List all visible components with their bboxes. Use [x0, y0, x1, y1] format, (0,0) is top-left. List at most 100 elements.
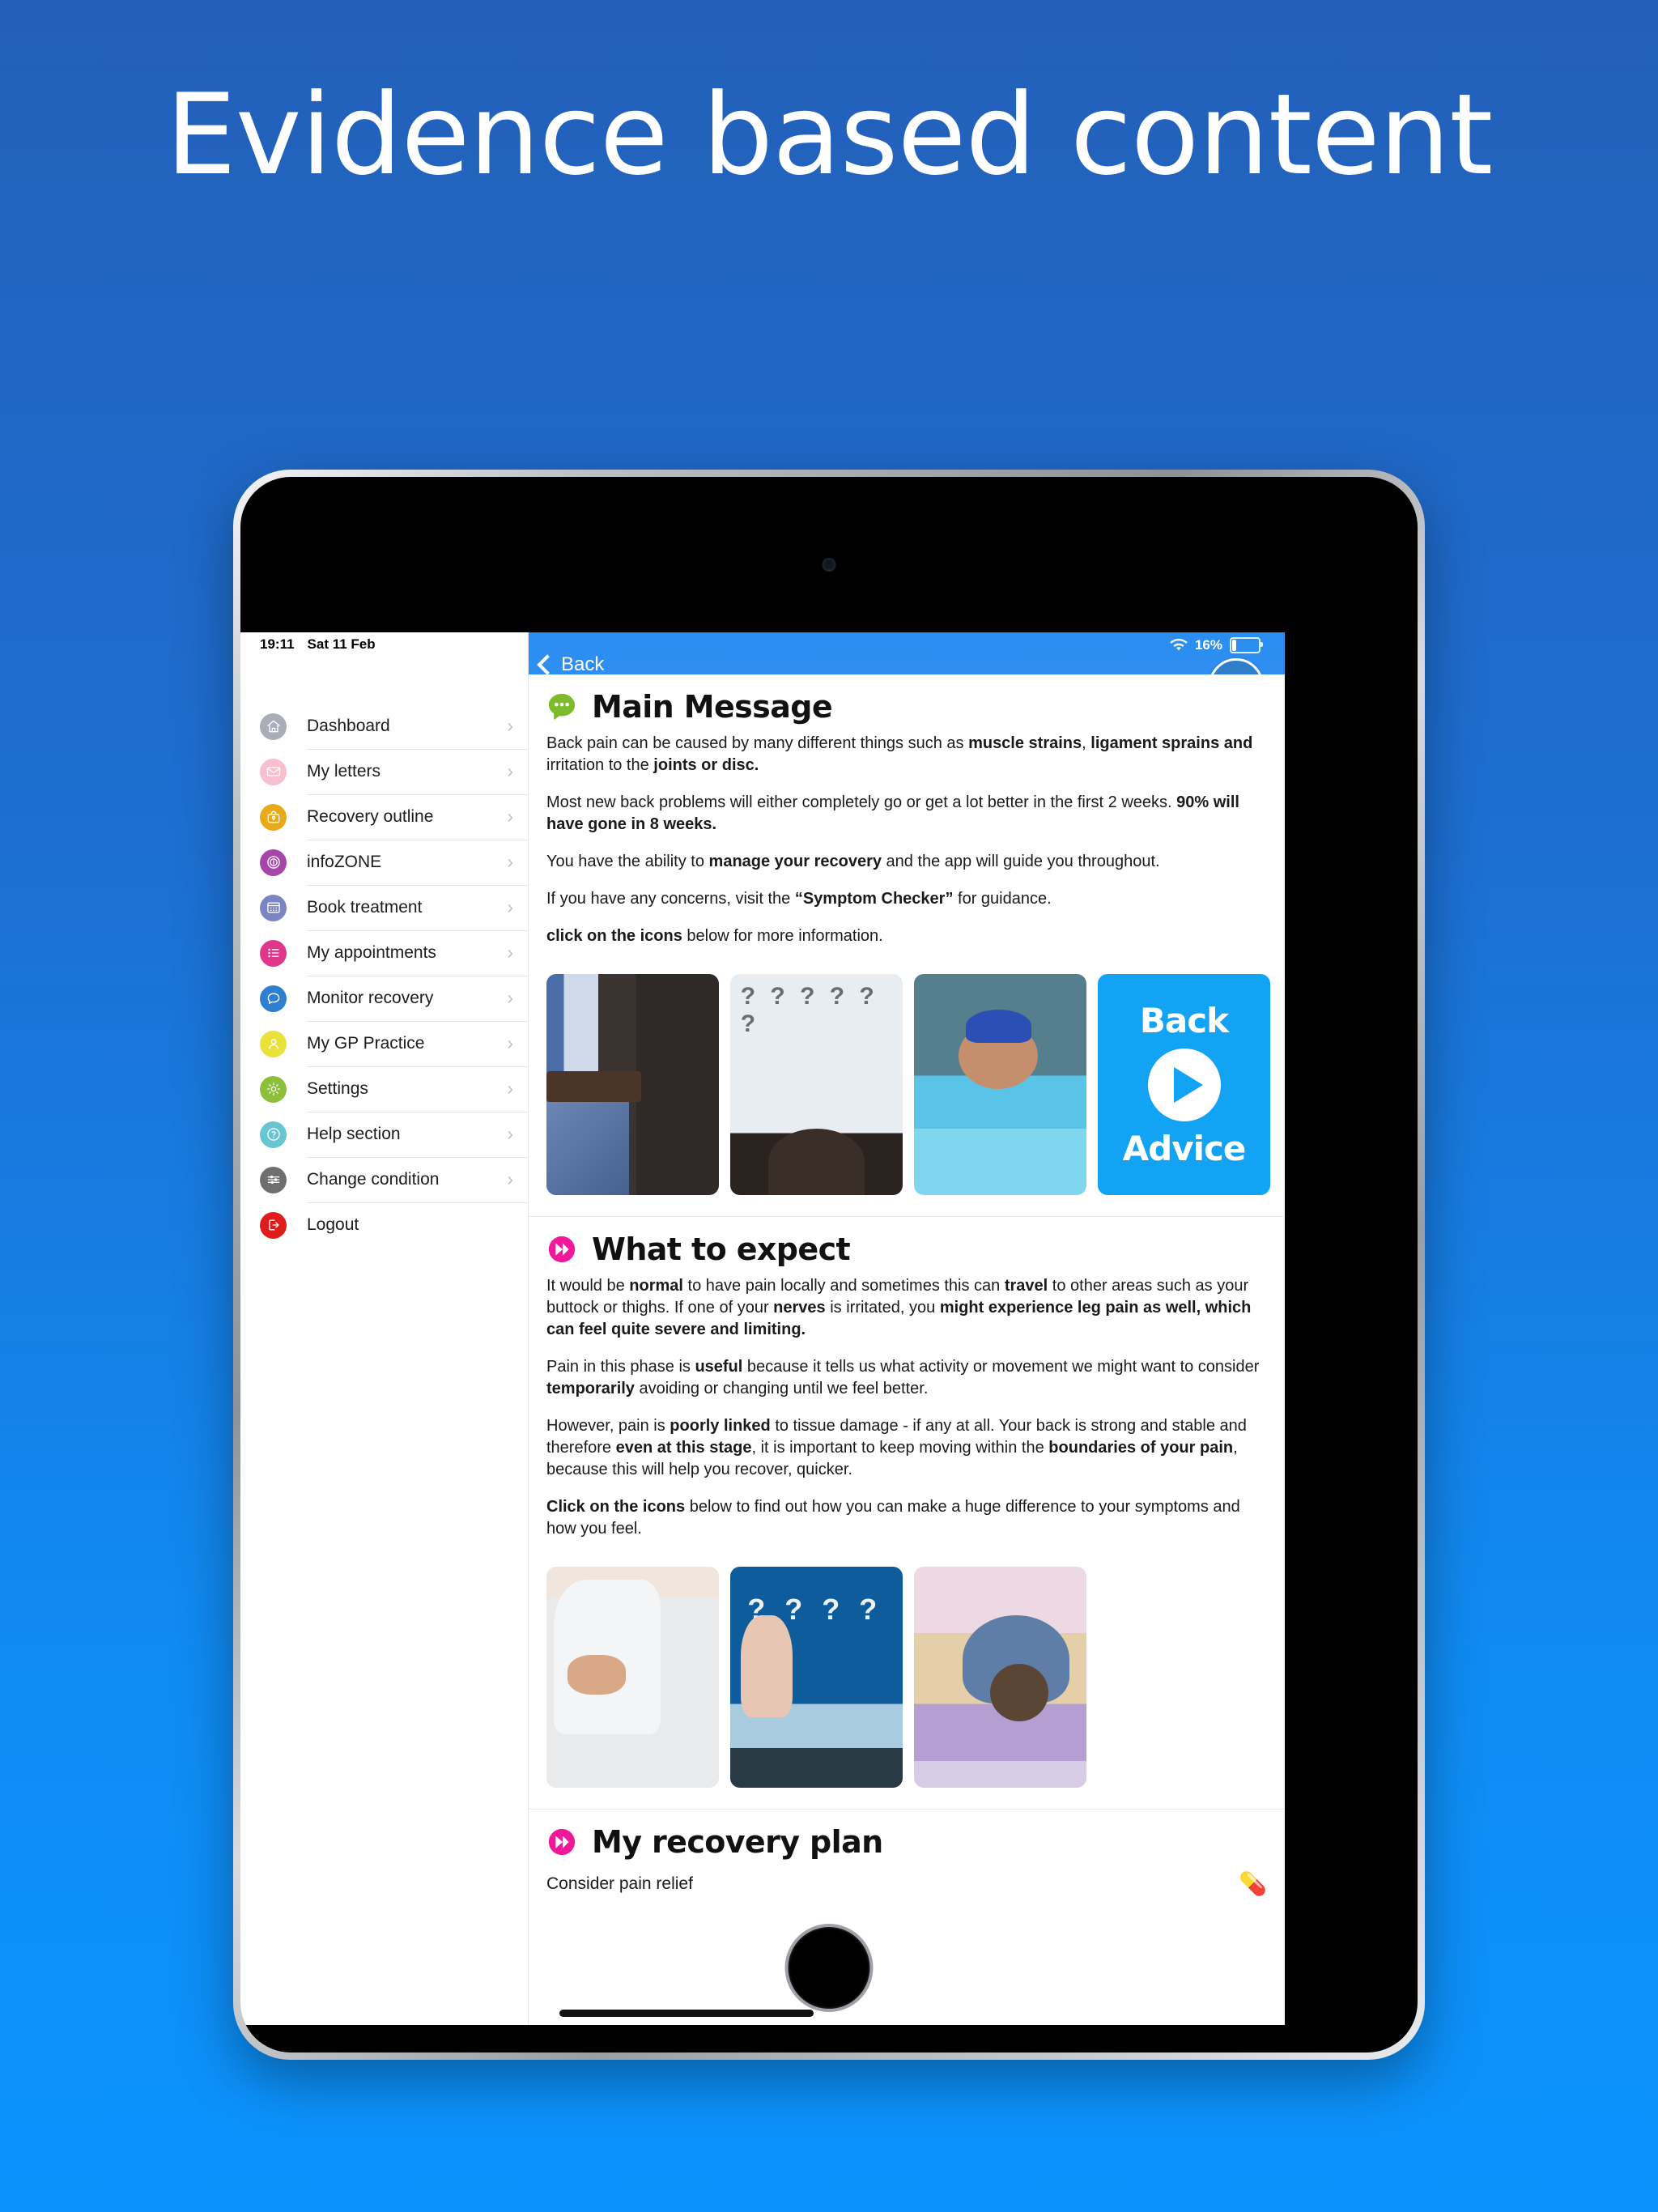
home-icon	[260, 713, 287, 740]
sidebar-item-row: Dashboard ›	[307, 704, 528, 750]
sidebar-item-row: infoZONE ›	[307, 840, 528, 886]
woman-with-lower-back-pain-photo[interactable]	[546, 1567, 719, 1788]
sidebar-item-label: My GP Practice	[307, 1033, 425, 1053]
what-to-expect-section: What to expect It would be normal to hav…	[529, 1217, 1285, 1809]
briefcase-icon	[260, 803, 287, 831]
chevron-right-icon: ›	[507, 1078, 513, 1099]
info-icon	[260, 849, 287, 876]
sidebar-item-change-condition[interactable]: Change condition ›	[252, 1157, 528, 1203]
what-to-expect-header: What to expect	[546, 1217, 1267, 1275]
calendar-icon	[260, 894, 287, 921]
chevron-right-icon: ›	[507, 806, 513, 827]
yoga-childs-pose-photo[interactable]	[914, 1567, 1086, 1788]
recovery-plan-title: My recovery plan	[592, 1824, 883, 1860]
status-bar-right: 16%	[1170, 637, 1263, 653]
sidebar-item-monitor-recovery[interactable]: Monitor recovery ›	[252, 976, 528, 1022]
recovery-plan-label: Consider pain relief	[546, 1874, 693, 1893]
sidebar-item-label: Logout	[307, 1215, 359, 1234]
main-message-section: Main Message Back pain can be caused by …	[529, 674, 1285, 1216]
finger-on-tablet-questions-photo[interactable]	[730, 1567, 903, 1788]
sidebar-item-label: Help section	[307, 1124, 401, 1143]
what-to-expect-paragraph: Pain in this phase is useful because it …	[546, 1358, 1260, 1397]
sidebar-item-my-gp-practice[interactable]: My GP Practice ›	[252, 1021, 528, 1067]
main-message-paragraph: Back pain can be caused by many differen…	[546, 734, 1253, 774]
chat-bubble-icon	[548, 693, 576, 721]
recovery-plan-section: My recovery plan Consider pain relief 💊	[529, 1810, 1285, 1907]
sidebar-item-row: My appointments ›	[307, 930, 528, 976]
sidebar-item-book-treatment[interactable]: Book treatment ›	[252, 885, 528, 931]
what-to-expect-title: What to expect	[592, 1231, 851, 1267]
play-icon[interactable]	[1147, 1048, 1221, 1121]
sidebar-item-settings[interactable]: Settings ›	[252, 1066, 528, 1112]
sidebar-item-row: Book treatment ›	[307, 885, 528, 931]
tablet-device-frame: 19:11 Sat 11 Feb Dashboard › My letters › Re…	[233, 470, 1425, 2060]
fast-forward-icon	[548, 1236, 576, 1263]
app-top-bar: 16% Back	[529, 632, 1285, 713]
what-to-expect-body: It would be normal to have pain locally …	[546, 1275, 1267, 1540]
sidebar-item-infozone[interactable]: infoZONE ›	[252, 840, 528, 886]
app-screen: 19:11 Sat 11 Feb Dashboard › My letters › Re…	[240, 632, 1285, 2025]
woman-with-question-marks-photo[interactable]	[730, 974, 903, 1195]
sidebar-item-label: Change condition	[307, 1169, 440, 1189]
chevron-right-icon: ›	[507, 760, 513, 781]
chevron-right-icon: ›	[507, 1032, 513, 1053]
main-message-body: Back pain can be caused by many differen…	[546, 733, 1267, 947]
scroll-indicator[interactable]	[559, 2010, 814, 2017]
man-holding-lower-back-photo[interactable]	[546, 974, 719, 1195]
question-icon	[260, 1121, 287, 1148]
main-message-paragraph: Most new back problems will either compl…	[546, 793, 1239, 833]
chevron-right-icon: ›	[507, 896, 513, 917]
sidebar-item-label: Recovery outline	[307, 806, 434, 826]
fast-forward-icon	[548, 1828, 576, 1856]
recovery-plan-header: My recovery plan	[546, 1810, 1267, 1868]
home-button[interactable]	[784, 1924, 874, 2012]
sidebar-nav-list: Dashboard › My letters › Recovery outline › in…	[240, 704, 528, 1248]
sidebar-item-recovery-outline[interactable]: Recovery outline ›	[252, 794, 528, 840]
sidebar-item-row: My letters ›	[307, 749, 528, 795]
pill-icon: 💊	[1239, 1871, 1267, 1896]
wifi-icon	[1170, 639, 1188, 651]
woman-swimming-in-pool-photo[interactable]	[914, 974, 1086, 1195]
battery-icon	[1230, 637, 1263, 653]
back-advice-video-tile[interactable]: Back Advice	[1098, 974, 1270, 1195]
sidebar-item-row: Logout	[307, 1202, 528, 1248]
ios-status-bar: 19:11 Sat 11 Feb	[240, 632, 528, 657]
what-to-expect-paragraph: However, pain is poorly linked to tissue…	[546, 1417, 1247, 1478]
sidebar: 19:11 Sat 11 Feb Dashboard › My letters › Re…	[240, 632, 529, 2025]
what-to-expect-paragraph: It would be normal to have pain locally …	[546, 1277, 1252, 1338]
sidebar-item-logout[interactable]: Logout	[252, 1202, 528, 1248]
sidebar-item-label: Dashboard	[307, 716, 390, 735]
front-camera-icon	[822, 558, 836, 572]
chevron-right-icon: ›	[507, 987, 513, 1008]
main-message-paragraph: If you have any concerns, visit the “Sym…	[546, 890, 1052, 908]
gear-icon	[260, 1075, 287, 1103]
sidebar-item-help-section[interactable]: Help section ›	[252, 1112, 528, 1158]
chevron-right-icon: ›	[507, 1123, 513, 1144]
sidebar-item-row: Monitor recovery ›	[307, 976, 528, 1022]
back-advice-line-2: Advice	[1122, 1128, 1247, 1168]
what-to-expect-paragraph: Click on the icons below to find out how…	[546, 1498, 1240, 1538]
recovery-plan-row[interactable]: Consider pain relief 💊	[546, 1868, 1267, 1907]
back-button[interactable]: Back	[537, 653, 605, 676]
logout-icon	[260, 1211, 287, 1239]
sidebar-item-row: My GP Practice ›	[307, 1021, 528, 1067]
list-icon	[260, 939, 287, 967]
content-scroll-area[interactable]: Main Message Back pain can be caused by …	[529, 674, 1285, 2025]
sidebar-item-label: My letters	[307, 761, 381, 781]
main-message-paragraph: click on the icons below for more inform…	[546, 927, 883, 945]
sidebar-item-dashboard[interactable]: Dashboard ›	[252, 704, 528, 750]
chevron-right-icon: ›	[507, 715, 513, 736]
sidebar-item-my-appointments[interactable]: My appointments ›	[252, 930, 528, 976]
chat-icon	[260, 985, 287, 1012]
back-button-label: Back	[561, 653, 605, 675]
chevron-right-icon: ›	[507, 942, 513, 963]
tablet-screen-bezel: 19:11 Sat 11 Feb Dashboard › My letters › Re…	[240, 477, 1418, 2052]
main-message-title: Main Message	[592, 689, 833, 725]
chevron-right-icon: ›	[507, 851, 513, 872]
envelope-icon	[260, 758, 287, 785]
sidebar-item-label: Settings	[307, 1078, 368, 1098]
sliders-icon	[260, 1166, 287, 1193]
content-pane: 16% Back Main Message Back pain can be c…	[529, 632, 1285, 2025]
sidebar-item-my-letters[interactable]: My letters ›	[252, 749, 528, 795]
sidebar-item-row: Settings ›	[307, 1066, 528, 1112]
